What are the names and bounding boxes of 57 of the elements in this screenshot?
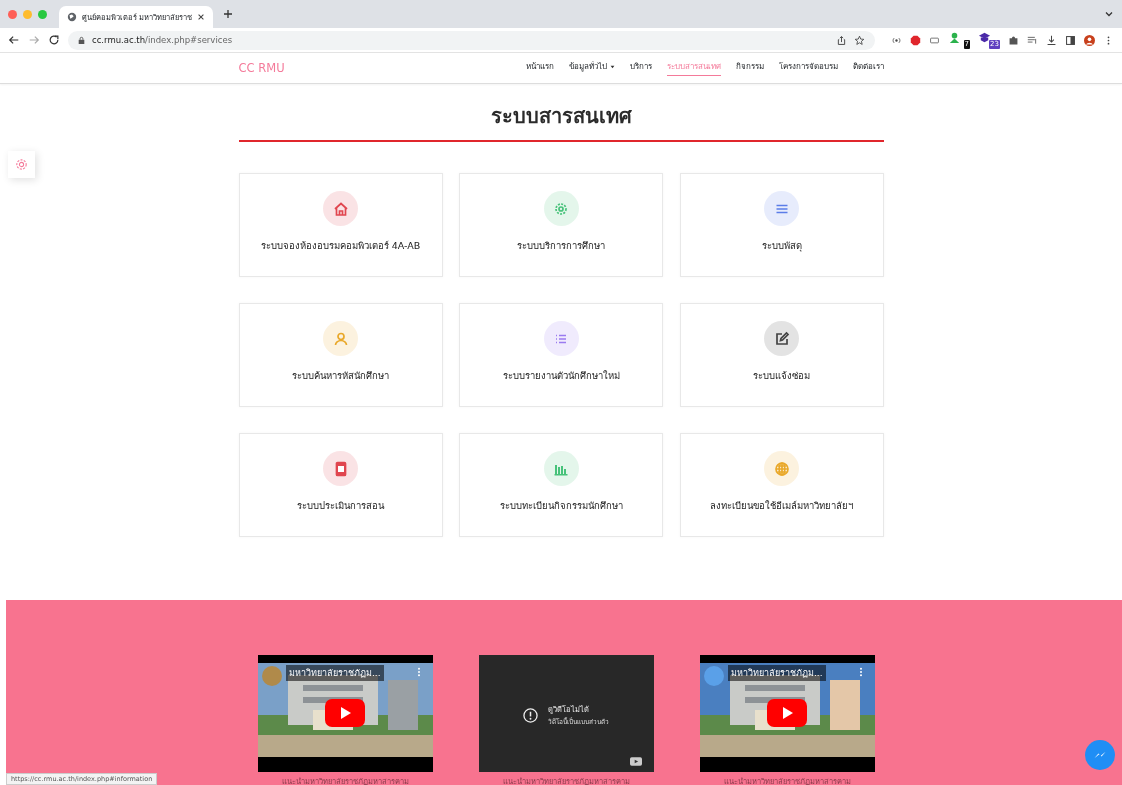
more-icon[interactable]: [859, 667, 863, 677]
video-player[interactable]: มหาวิทยาลัยราชภัฏม...: [258, 655, 433, 772]
more-icon[interactable]: [417, 667, 421, 677]
service-card[interactable]: ระบบบริการการศึกษา: [459, 173, 663, 277]
video-player[interactable]: มหาวิทยาลัยราชภัฏม...: [700, 655, 875, 772]
reload-icon[interactable]: [48, 34, 60, 46]
lock-icon: [78, 35, 85, 45]
service-label: ระบบจองห้องอบรมคอมพิวเตอร์ 4A-AB: [260, 239, 421, 253]
service-card[interactable]: ระบบประเมินการสอน: [238, 433, 443, 537]
play-icon[interactable]: [325, 699, 365, 727]
stop-sign-icon[interactable]: [910, 34, 921, 46]
close-icon[interactable]: [197, 13, 206, 21]
star-icon[interactable]: [854, 34, 865, 46]
avatar-icon[interactable]: [1084, 34, 1095, 46]
alert-icon: [523, 707, 538, 723]
person-icon: [948, 31, 961, 44]
graduation-cap-icon: [978, 31, 991, 44]
service-label: ระบบประเมินการสอน: [297, 499, 384, 513]
download-icon[interactable]: [1046, 34, 1057, 46]
video-title[interactable]: มหาวิทยาลัยราชภัฏม...: [286, 665, 384, 681]
caret-icon: [609, 64, 615, 69]
service-card[interactable]: ระบบพัสดุ: [679, 173, 884, 277]
service-label: ระบบพัสดุ: [761, 239, 802, 253]
service-label: ระบบบริการการศึกษา: [517, 239, 605, 253]
section-title: ระบบสารสนเทศ: [489, 103, 633, 130]
service-card[interactable]: ระบบจองห้องอบรมคอมพิวเตอร์ 4A-AB: [238, 173, 443, 277]
service-card[interactable]: ลงทะเบียนขอใช้อีเมล์มหาวิทยาลัยฯ: [679, 433, 884, 537]
forward-icon[interactable]: [28, 34, 40, 46]
youtube-icon[interactable]: [630, 757, 642, 766]
service-label: ระบบค้นหารหัสนักศึกษา: [292, 369, 389, 383]
service-label: ระบบแจ้งซ่อม: [753, 369, 810, 383]
service-label: ลงทะเบียนขอใช้อีเมล์มหาวิทยาลัยฯ: [710, 499, 853, 513]
service-card[interactable]: ระบบรายงานตัวนักศึกษาใหม่: [459, 303, 663, 407]
side-panel-icon[interactable]: [1065, 34, 1076, 46]
service-label: ระบบรายงานตัวนักศึกษาใหม่: [502, 369, 620, 383]
playlist-icon[interactable]: [1027, 34, 1038, 46]
gear-icon: [13, 156, 30, 173]
nav-link[interactable]: ข้อมูลทั่วไป: [568, 60, 615, 76]
nav-link[interactable]: บริการ: [629, 60, 652, 76]
chevron-down-icon[interactable]: [1104, 9, 1114, 19]
nav-link[interactable]: โครงการจัดอบรม: [778, 60, 838, 76]
puzzle-icon[interactable]: [1008, 34, 1019, 46]
globe-icon: [67, 12, 77, 22]
nav-link[interactable]: กิจกรรม: [735, 60, 764, 76]
nav-link[interactable]: ติดต่อเรา: [852, 60, 884, 76]
play-icon[interactable]: [767, 699, 807, 727]
service-label: ระบบทะเบียนกิจกรรมนักศึกษา: [499, 499, 623, 513]
share-icon[interactable]: [836, 34, 847, 46]
video-title[interactable]: มหาวิทยาลัยราชภัฏม...: [728, 665, 826, 681]
new-tab-icon[interactable]: [223, 9, 234, 19]
nav-link[interactable]: หน้าแรก: [525, 60, 554, 76]
close-window-button[interactable]: [8, 9, 17, 19]
service-card[interactable]: ระบบแจ้งซ่อม: [679, 303, 884, 407]
service-card[interactable]: ระบบทะเบียนกิจกรรมนักศึกษา: [459, 433, 663, 537]
service-card[interactable]: ระบบค้นหารหัสนักศึกษา: [238, 303, 443, 407]
back-icon[interactable]: [8, 34, 20, 46]
address-bar[interactable]: cc.rmu.ac.th/index.php#services: [68, 30, 875, 50]
